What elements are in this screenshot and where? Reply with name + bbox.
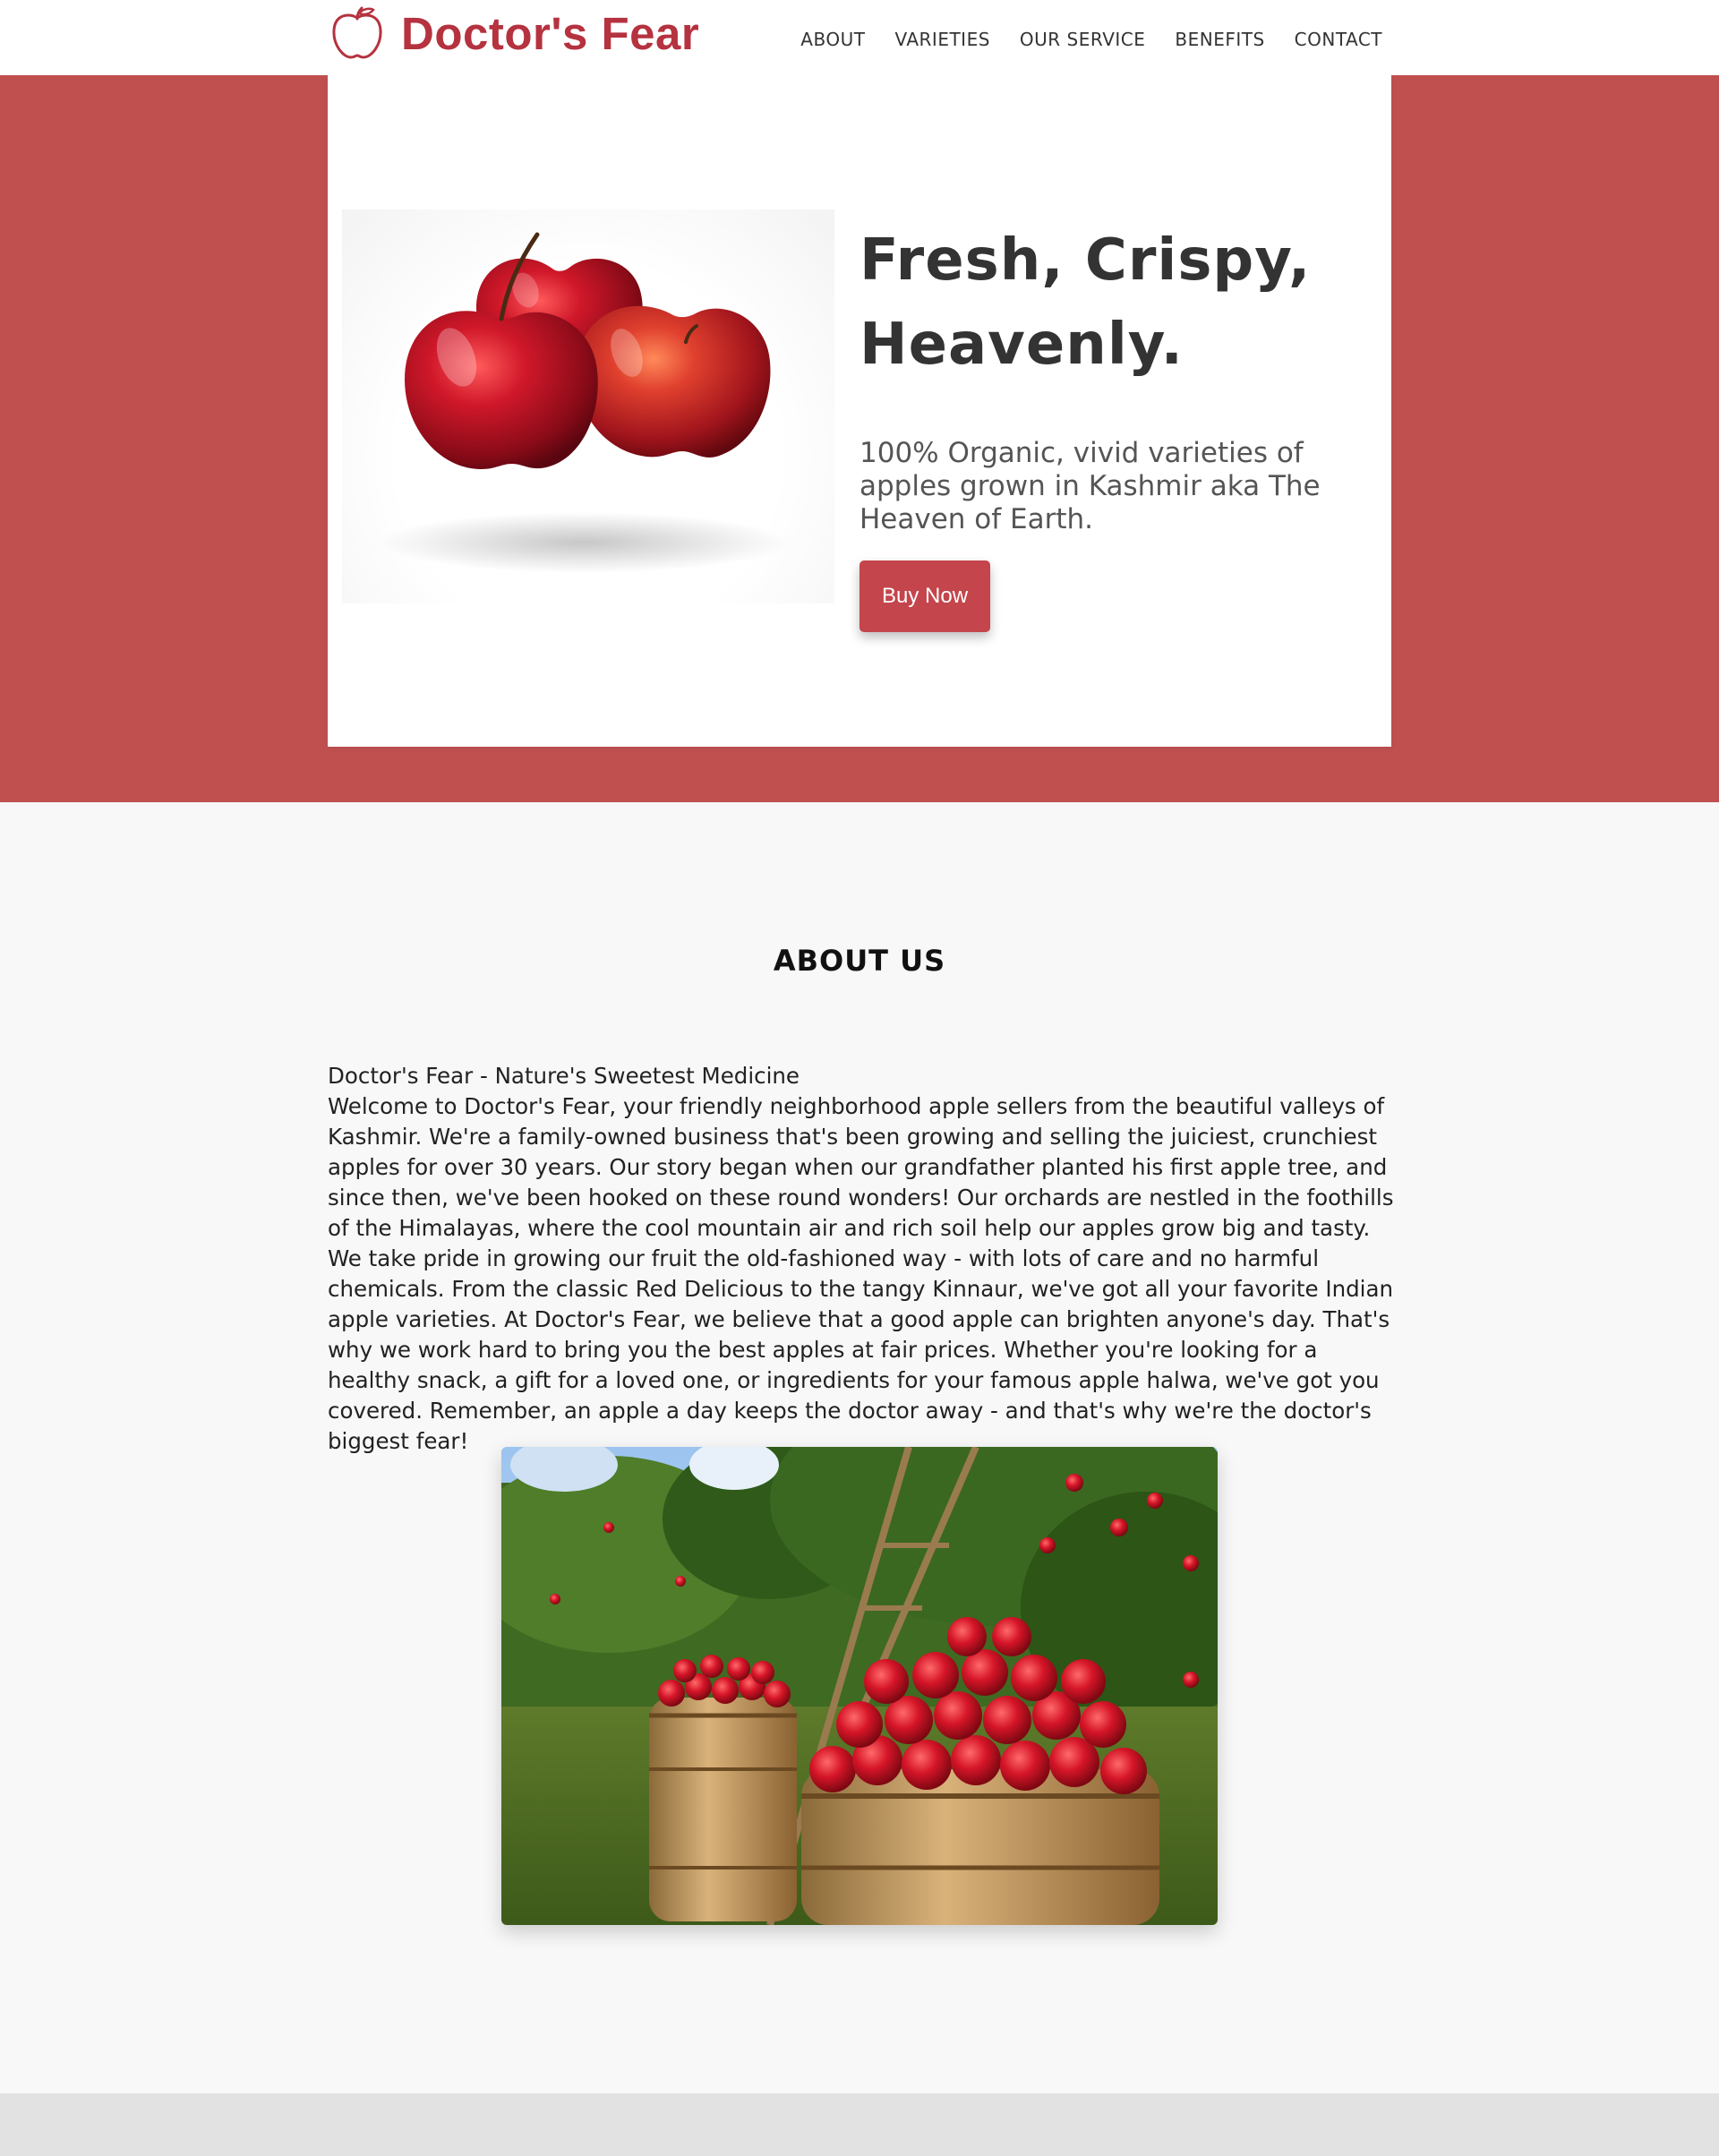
nav-item-about[interactable]: ABOUT — [800, 25, 865, 54]
about-subtitle: Doctor's Fear - Nature's Sweetest Medici… — [328, 1063, 800, 1089]
site-header: Doctor's Fear ABOUT VARIETIES OUR SERVIC… — [0, 0, 1719, 75]
hero-text: Fresh, Crispy, Heavenly. 100% Organic, v… — [860, 218, 1361, 632]
nav-item-benefits[interactable]: BENEFITS — [1175, 25, 1264, 54]
footer-band — [0, 2093, 1719, 2156]
brand-name: Doctor's Fear — [401, 7, 700, 59]
about-title: ABOUT US — [773, 944, 946, 978]
buy-now-button[interactable]: Buy Now — [860, 560, 991, 632]
hero-apples-image — [342, 210, 834, 603]
apple-outline-icon — [329, 5, 385, 61]
main-nav: ABOUT VARIETIES OUR SERVICE BENEFITS CON… — [800, 25, 1382, 54]
about-body-text: Welcome to Doctor's Fear, your friendly … — [328, 1093, 1394, 1454]
orchard-barrels-image — [501, 1447, 1218, 1925]
hero-subtitle: 100% Organic, vivid varieties of apples … — [860, 437, 1321, 535]
hero-title-line2: Heavenly. — [860, 312, 1184, 378]
brand-logo-link[interactable]: Doctor's Fear — [329, 4, 699, 63]
about-section: Doctor's Fear - Nature's Sweetest Medici… — [328, 1061, 1395, 1457]
hero-title: Fresh, Crispy, Heavenly. — [860, 218, 1361, 387]
hero-title-line1: Fresh, Crispy, — [860, 227, 1312, 294]
hero-card: Fresh, Crispy, Heavenly. 100% Organic, v… — [328, 75, 1391, 747]
nav-item-contact[interactable]: CONTACT — [1295, 25, 1382, 54]
nav-item-our-service[interactable]: OUR SERVICE — [1020, 25, 1145, 54]
nav-item-varieties[interactable]: VARIETIES — [894, 25, 989, 54]
